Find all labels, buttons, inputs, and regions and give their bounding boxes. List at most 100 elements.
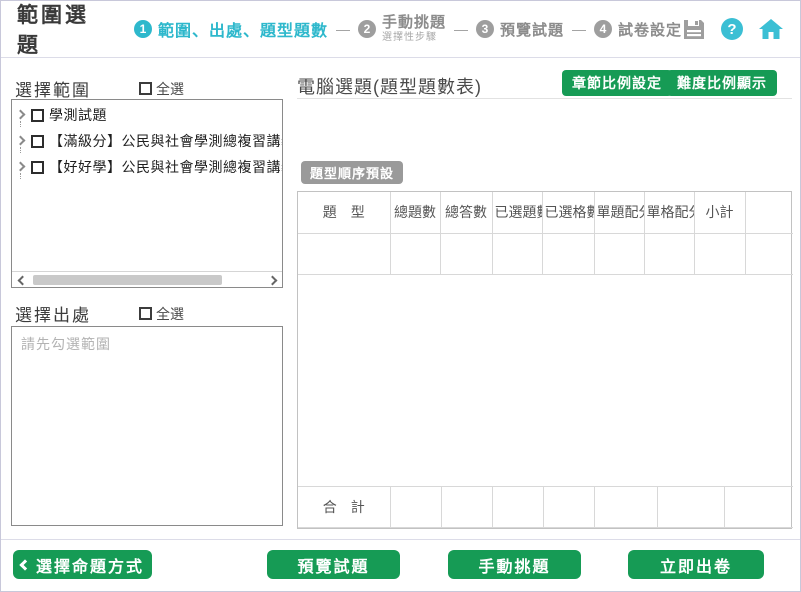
totals-cell — [724, 487, 793, 528]
tree-item-label: 【好好學】公民與社會學測總複習講義 夏 — [49, 157, 282, 177]
range-tree-box: 學測試題 【滿級分】公民與社會學測總複習講義 夏 【好好學】公民與社會學測總複習… — [11, 99, 283, 288]
expand-chevron-icon[interactable] — [14, 108, 28, 122]
page-title: 範圍選題 — [17, 0, 108, 59]
col-points-per-blank: 單格配分 — [644, 192, 694, 233]
chevron-left-icon — [19, 559, 30, 570]
help-glyph: ? — [727, 21, 736, 38]
totals-cell — [390, 487, 441, 528]
range-select-all[interactable]: 全選 — [139, 79, 184, 99]
col-points-per-question: 單題配分 — [594, 192, 644, 233]
expand-chevron-icon[interactable] — [14, 134, 28, 148]
totals-row: 合 計 — [298, 487, 793, 528]
cell — [492, 233, 542, 274]
tree-item[interactable]: 【好好學】公民與社會學測總複習講義 夏 — [14, 154, 282, 180]
back-to-method-button[interactable]: 選擇命題方式 — [13, 550, 152, 579]
col-extra — [745, 192, 793, 233]
help-icon[interactable]: ? — [721, 18, 743, 40]
col-question-type: 題 型 — [298, 192, 390, 233]
back-to-method-label: 選擇命題方式 — [36, 553, 144, 577]
cell — [594, 233, 644, 274]
step-2-manual[interactable]: 2 手動挑題 選擇性步驟 — [358, 15, 446, 43]
totals-label: 合 計 — [298, 487, 390, 528]
source-panel-header: 選擇出處 全選 — [15, 301, 279, 326]
header-icon-group: ? — [682, 17, 784, 41]
horizontal-scrollbar[interactable] — [12, 271, 282, 287]
cell — [440, 233, 492, 274]
totals-cell — [543, 487, 594, 528]
col-subtotal: 小計 — [694, 192, 745, 233]
tree-item-label: 【滿級分】公民與社會學測總複習講義 夏 — [49, 131, 282, 151]
totals-cell — [594, 487, 657, 528]
step-1-range[interactable]: 1 範圍、出處、題型題數 — [134, 17, 328, 41]
preview-questions-label: 預覽試題 — [297, 553, 369, 577]
step-separator: — — [454, 21, 468, 37]
tree-item[interactable]: 【滿級分】公民與社會學測總複習講義 夏 — [14, 128, 282, 154]
totals-cell — [441, 487, 492, 528]
step-3-label: 預覽試題 — [500, 19, 564, 40]
question-type-table: 題 型 總題數 總答數 已選題數 已選格數 單題配分 單格配分 小計 — [298, 192, 793, 275]
cell — [694, 233, 745, 274]
source-select-all-label: 全選 — [156, 304, 184, 324]
bottom-action-bar: 選擇命題方式 預覽試題 手動挑題 立即出卷 — [1, 539, 800, 591]
source-select-all-checkbox[interactable] — [139, 307, 152, 320]
cell — [298, 233, 390, 274]
preview-questions-button[interactable]: 預覽試題 — [267, 550, 400, 579]
range-select-all-checkbox[interactable] — [139, 82, 152, 95]
question-order-preset-button[interactable]: 題型順序預設 — [301, 161, 403, 184]
step-4-settings[interactable]: 4 試卷設定 — [594, 19, 682, 40]
tree-item-checkbox[interactable] — [31, 109, 44, 122]
top-bar: 範圍選題 1 範圍、出處、題型題數 — 2 手動挑題 選擇性步驟 — 3 預覽試… — [1, 1, 800, 58]
home-icon[interactable] — [758, 17, 784, 41]
generate-paper-button[interactable]: 立即出卷 — [628, 550, 764, 579]
cell — [745, 233, 793, 274]
step-3-preview[interactable]: 3 預覽試題 — [476, 19, 564, 40]
col-selected-questions: 已選題數 — [492, 192, 542, 233]
range-tree: 學測試題 【滿級分】公民與社會學測總複習講義 夏 【好好學】公民與社會學測總複習… — [12, 100, 282, 180]
save-icon[interactable] — [682, 18, 706, 41]
cell — [644, 233, 694, 274]
totals-table: 合 計 — [298, 486, 793, 528]
tree-item[interactable]: 學測試題 — [14, 102, 282, 128]
cell — [390, 233, 440, 274]
step-2-sublabel: 選擇性步驟 — [382, 32, 446, 43]
step-3-number: 3 — [476, 20, 494, 38]
manual-pick-button[interactable]: 手動挑題 — [448, 550, 581, 579]
title-divider — [297, 98, 792, 99]
col-total-questions: 總題數 — [390, 192, 440, 233]
tree-item-checkbox[interactable] — [31, 135, 44, 148]
scrollbar-thumb[interactable] — [33, 275, 222, 285]
source-panel-title: 選擇出處 — [15, 301, 91, 326]
step-2-number: 2 — [358, 20, 376, 38]
computer-select-title: 電腦選題(題型題數表) — [297, 73, 482, 99]
manual-pick-label: 手動挑題 — [478, 553, 550, 577]
app-window: 範圍選題 1 範圍、出處、題型題數 — 2 手動挑題 選擇性步驟 — 3 預覽試… — [0, 0, 801, 592]
difficulty-ratio-button[interactable]: 難度比例顯示 — [667, 70, 777, 96]
source-select-all[interactable]: 全選 — [139, 304, 184, 324]
table-row — [298, 233, 793, 274]
expand-chevron-icon[interactable] — [14, 160, 28, 174]
col-selected-blanks: 已選格數 — [542, 192, 594, 233]
totals-cell — [492, 487, 543, 528]
step-separator: — — [336, 21, 350, 37]
source-placeholder-text: 請先勾選範圍 — [21, 334, 273, 354]
range-panel-title: 選擇範圍 — [15, 76, 91, 101]
range-panel-header: 選擇範圍 全選 — [15, 76, 279, 101]
step-1-number: 1 — [134, 20, 152, 38]
tree-item-label: 學測試題 — [49, 105, 107, 125]
chapter-ratio-button[interactable]: 章節比例設定 — [562, 70, 672, 96]
step-1-label: 範圍、出處、題型題數 — [158, 17, 328, 41]
step-4-number: 4 — [594, 20, 612, 38]
totals-cell — [657, 487, 724, 528]
step-separator: — — [572, 21, 586, 37]
wizard-stepper: 1 範圍、出處、題型題數 — 2 手動挑題 選擇性步驟 — 3 預覽試題 — 4… — [134, 15, 682, 43]
cell — [542, 233, 594, 274]
scroll-left-icon[interactable] — [15, 274, 27, 286]
tree-item-checkbox[interactable] — [31, 161, 44, 174]
col-total-answers: 總答數 — [440, 192, 492, 233]
step-2-label: 手動挑題 — [382, 15, 446, 32]
scroll-right-icon[interactable] — [267, 274, 279, 286]
step-4-label: 試卷設定 — [618, 19, 682, 40]
question-type-table-container: 題 型 總題數 總答數 已選題數 已選格數 單題配分 單格配分 小計 — [297, 191, 792, 529]
scrollbar-track[interactable] — [29, 275, 265, 285]
source-list-box: 請先勾選範圍 — [11, 326, 283, 526]
